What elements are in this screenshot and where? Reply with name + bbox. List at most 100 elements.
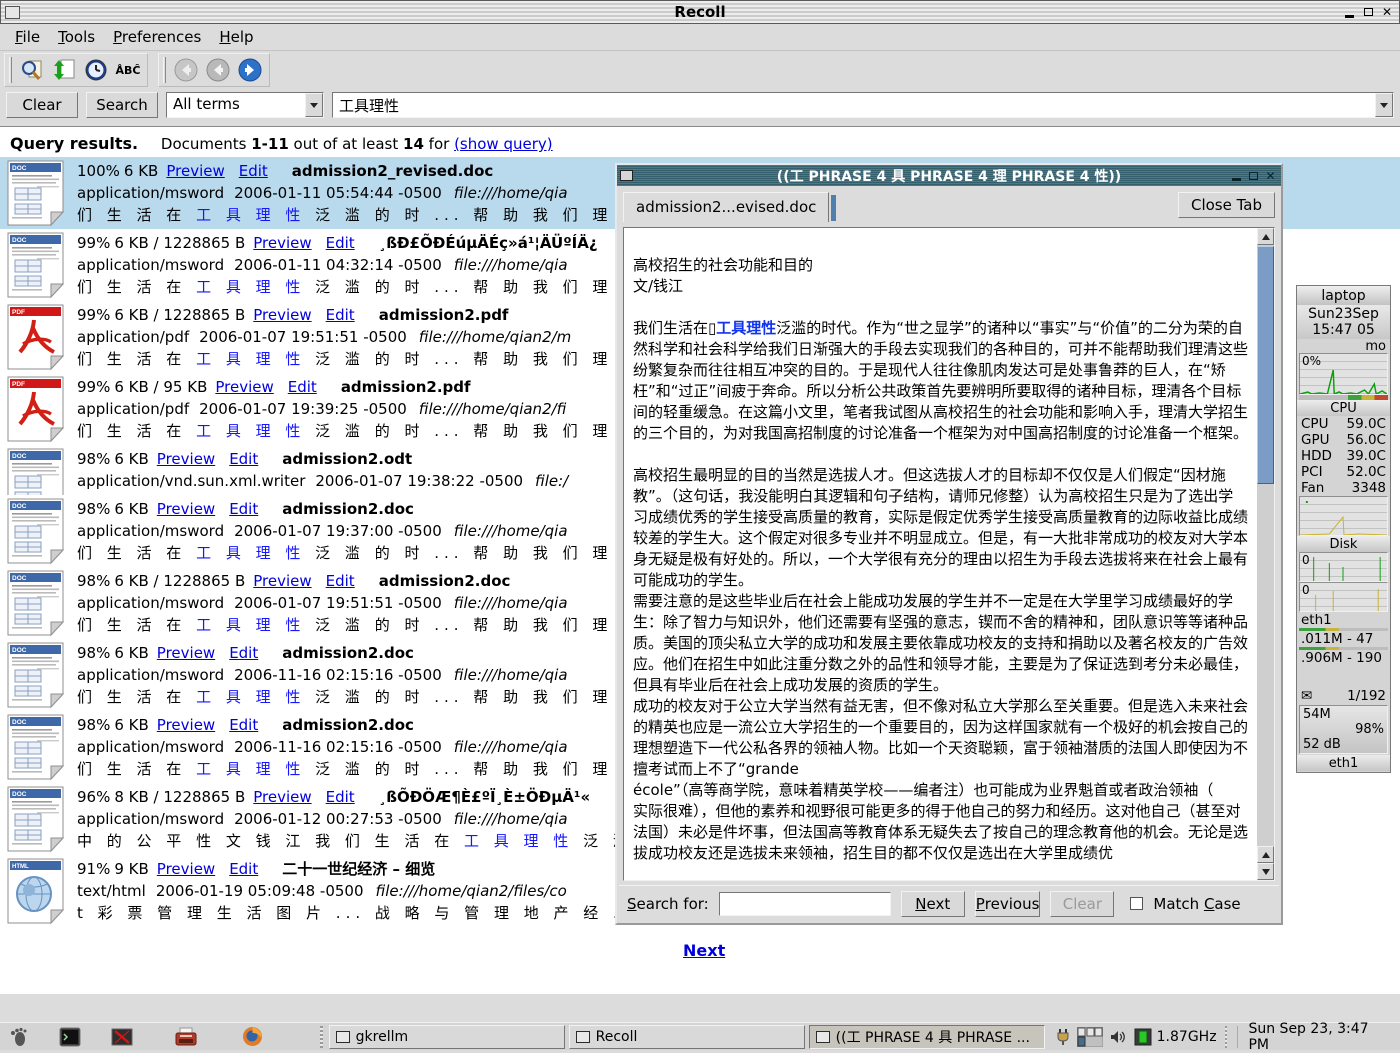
preview-close-button[interactable]: ✕ — [1263, 168, 1278, 183]
first-page-button[interactable] — [171, 56, 201, 84]
close-tab-button[interactable]: Close Tab — [1178, 192, 1275, 218]
edit-link[interactable]: Edit — [229, 500, 258, 518]
preview-text-segment: 泛滥的时代。作为“世之显学”的诸种以“事实”与“价值”的二分为荣的自然科学和社会… — [633, 319, 1248, 862]
find-previous-button[interactable]: Previous — [975, 891, 1041, 917]
edit-link[interactable]: Edit — [239, 162, 268, 180]
editor-launcher[interactable] — [173, 1024, 199, 1050]
gkrellm-window: laptop Sun23Sep 15:47 05 mo 0% CPU CPU59… — [1296, 285, 1391, 773]
menu-tools[interactable]: Tools — [49, 25, 104, 49]
menu-help[interactable]: Help — [210, 25, 262, 49]
file-date: 2006-01-07 19:51:51 -0500 — [234, 594, 442, 612]
scroll-down-button[interactable] — [1257, 863, 1274, 880]
typewriter-icon — [174, 1027, 198, 1047]
preview-link[interactable]: Preview — [157, 500, 215, 518]
power-plug-icon[interactable] — [1055, 1028, 1071, 1046]
preview-text[interactable]: 高校招生的社会功能和目的 文/钱江 我们生活在▯工具理性泛滥的时代。作为“世之显… — [625, 229, 1256, 879]
preview-tab[interactable]: admission2...evised.doc — [623, 192, 829, 222]
gkrellm-hostname[interactable]: laptop — [1297, 286, 1390, 305]
preview-titlebar[interactable]: ((工 PHRASE 4 具 PHRASE 4 理 PHRASE 4 性)) ✕ — [617, 165, 1281, 186]
edit-link[interactable]: Edit — [326, 234, 355, 252]
edit-link[interactable]: Edit — [326, 306, 355, 324]
edit-link[interactable]: Edit — [229, 716, 258, 734]
clear-button[interactable]: Clear — [6, 92, 78, 118]
previous-page-button[interactable] — [203, 56, 233, 84]
advanced-search-button[interactable] — [17, 56, 47, 84]
find-next-button[interactable]: Next — [901, 891, 965, 917]
file-size: 6 KB — [114, 500, 148, 518]
file-type-icon: DOC — [7, 786, 65, 855]
terminal-launcher[interactable] — [56, 1024, 82, 1050]
xkill-launcher[interactable] — [109, 1024, 135, 1050]
next-page-button[interactable] — [235, 56, 265, 84]
preview-link[interactable]: Preview — [157, 450, 215, 468]
menu-preferences[interactable]: Preferences — [104, 25, 210, 49]
match-case-checkbox[interactable] — [1130, 897, 1143, 910]
workspace-pager-icon[interactable] — [1077, 1027, 1103, 1047]
toolbar-grip[interactable] — [9, 57, 12, 83]
maximize-button[interactable] — [1360, 5, 1376, 20]
taskbar-window-button[interactable]: ((工 PHRASE 4 具 PHRASE ... — [809, 1025, 1045, 1049]
taskbar-window-button[interactable]: gkrellm — [329, 1025, 565, 1049]
scrollbar-thumb[interactable] — [1257, 246, 1274, 484]
preview-link[interactable]: Preview — [157, 716, 215, 734]
sensor-name: HDD — [1301, 448, 1332, 464]
preview-link[interactable]: Preview — [215, 378, 273, 396]
recoll-titlebar[interactable]: Recoll ✕ — [0, 0, 1400, 24]
svg-text:DOC: DOC — [12, 453, 27, 460]
preview-link[interactable]: Preview — [253, 234, 311, 252]
window-icon — [336, 1031, 350, 1043]
term-explorer-button[interactable]: ÅBĈ — [113, 56, 143, 84]
edit-link[interactable]: Edit — [229, 450, 258, 468]
edit-link[interactable]: Edit — [326, 572, 355, 590]
gnome-menu-button[interactable] — [6, 1024, 32, 1050]
tab-indicator — [831, 195, 836, 221]
scroll-up-button-bottom[interactable] — [1257, 846, 1274, 863]
file-date: 2006-11-16 02:15:16 -0500 — [234, 666, 442, 684]
edit-link[interactable]: Edit — [229, 860, 258, 878]
sort-by-dates-button[interactable] — [49, 56, 79, 84]
close-button[interactable]: ✕ — [1379, 5, 1395, 20]
firefox-launcher[interactable] — [239, 1024, 265, 1050]
show-query-link[interactable]: (show query) — [454, 135, 553, 153]
file-size: 6 KB — [124, 162, 158, 180]
cpufreq-icon[interactable] — [1133, 1027, 1153, 1047]
menu-file[interactable]: File — [6, 25, 49, 49]
taskbar-handle[interactable] — [320, 1026, 323, 1048]
taskbar-clock[interactable]: Sun Sep 23, 3:47 PM — [1237, 1026, 1400, 1048]
history-button[interactable] — [81, 56, 111, 84]
taskbar: gkrellm Recoll ((工 PHRASE 4 具 PHRASE ... — [0, 1022, 1400, 1050]
preview-scrollbar[interactable] — [1257, 228, 1274, 880]
mime-type: application/msword — [77, 666, 224, 684]
query-combo[interactable] — [332, 92, 1394, 118]
preview-link[interactable]: Preview — [157, 644, 215, 662]
find-clear-button[interactable]: Clear — [1050, 891, 1114, 917]
file-date: 2006-01-19 05:09:48 -0500 — [156, 882, 364, 900]
scroll-up-button[interactable] — [1257, 228, 1274, 245]
svg-text:DOC: DOC — [12, 791, 27, 798]
volume-icon[interactable] — [1109, 1028, 1127, 1046]
chevron-down-icon[interactable] — [1375, 93, 1393, 117]
taskbar-handle2[interactable] — [1225, 1026, 1228, 1048]
results-next-link[interactable]: Next — [683, 941, 725, 960]
taskbar-window-button[interactable]: Recoll — [569, 1025, 805, 1049]
preview-link[interactable]: Preview — [253, 306, 311, 324]
chevron-down-icon[interactable] — [305, 93, 323, 117]
query-input[interactable] — [333, 93, 1375, 117]
preview-link[interactable]: Preview — [253, 572, 311, 590]
preview-maximize-button[interactable] — [1246, 168, 1261, 183]
edit-link[interactable]: Edit — [288, 378, 317, 396]
mail-row[interactable]: ✉ 1/192 — [1297, 688, 1390, 704]
preview-minimize-button[interactable] — [1229, 168, 1244, 183]
toolbar-grip[interactable] — [163, 57, 166, 83]
preview-link[interactable]: Preview — [166, 162, 224, 180]
edit-link[interactable]: Edit — [326, 788, 355, 806]
search-mode-combo[interactable]: All terms — [166, 92, 324, 118]
search-button[interactable]: Search — [86, 92, 158, 118]
disk-write-chart: 0 — [1299, 582, 1388, 612]
file-path: file:///home/qian2/fi — [419, 400, 567, 418]
minimize-button[interactable] — [1341, 5, 1357, 20]
preview-link[interactable]: Preview — [157, 860, 215, 878]
preview-link[interactable]: Preview — [253, 788, 311, 806]
edit-link[interactable]: Edit — [229, 644, 258, 662]
find-input[interactable] — [719, 892, 891, 916]
